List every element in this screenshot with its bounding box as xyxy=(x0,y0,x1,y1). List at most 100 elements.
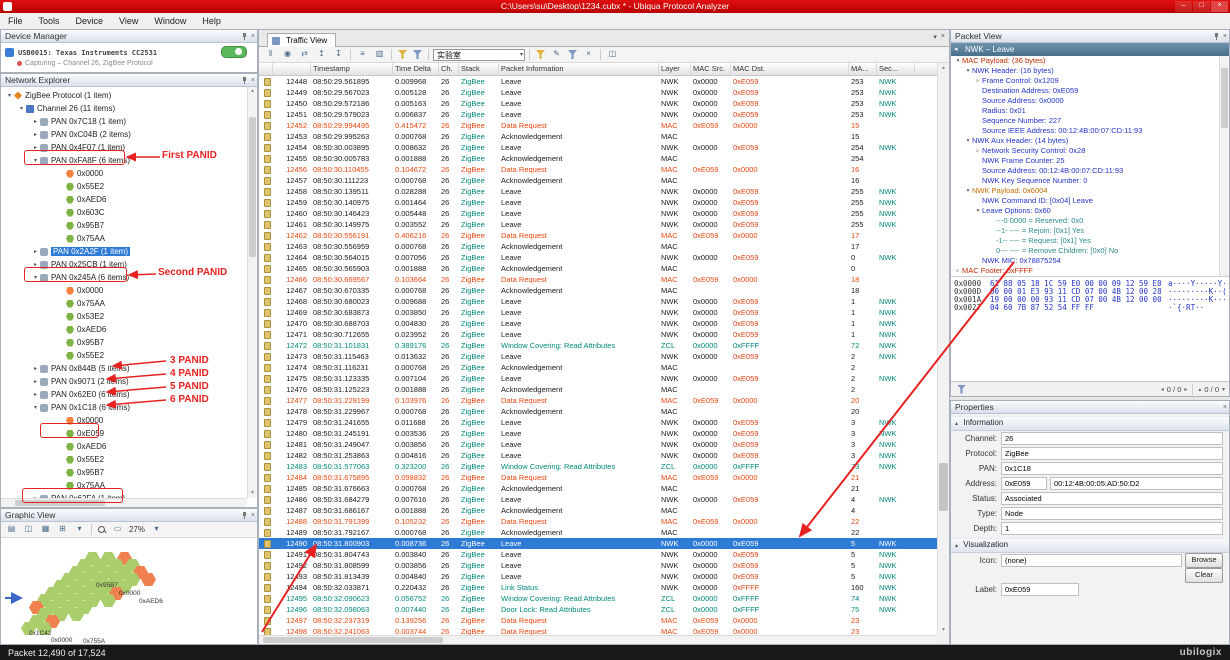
packet-row[interactable]: 12467 08:50:30.670335 0.000768 26 ZigBee… xyxy=(259,285,937,296)
expander-icon[interactable] xyxy=(974,196,982,206)
tree-item[interactable]: 0xAED6 xyxy=(1,193,247,206)
tab-list-dropdown-icon[interactable]: ▾ xyxy=(933,33,937,41)
scroll-up-icon[interactable]: ▲ xyxy=(938,63,949,73)
expander-icon[interactable] xyxy=(974,86,982,96)
filter-icon[interactable] xyxy=(398,50,407,59)
packet-field[interactable]: ▾ NWK Payload: 0x6004 xyxy=(951,186,1219,196)
collapse-icon[interactable]: ◂ xyxy=(954,43,958,56)
section-visualization[interactable]: ▴ Visualization xyxy=(951,538,1229,553)
edit-filter-icon[interactable] xyxy=(536,50,545,59)
packet-field[interactable]: ▾ Leave Options: 0x60 xyxy=(951,206,1219,216)
expander-icon[interactable]: ▾ xyxy=(964,66,972,76)
expander-icon[interactable]: ▾ xyxy=(31,157,40,164)
packet-row[interactable]: 12472 08:50:31.101831 0.389176 26 ZigBee… xyxy=(259,340,937,351)
scrollbar-thumb[interactable] xyxy=(263,637,443,643)
property-value[interactable]: 26 xyxy=(1001,432,1223,445)
packet-row[interactable]: 12478 08:50:31.229967 0.000768 26 ZigBee… xyxy=(259,406,937,417)
packet-field[interactable]: -1-- ---- = Request: [0x1] Yes xyxy=(951,236,1219,246)
close-icon[interactable]: × xyxy=(1223,32,1227,41)
network-explorer-header[interactable]: Network Explorer × xyxy=(1,74,257,87)
traffic-horizontal-scrollbar[interactable] xyxy=(259,635,937,644)
close-icon[interactable]: × xyxy=(251,511,255,520)
packet-field[interactable]: ▹ Frame Control: 0x1209 xyxy=(951,76,1219,86)
packet-row[interactable]: 12456 08:50:30.110455 0.104672 26 ZigBee… xyxy=(259,164,937,175)
scroll-top-icon[interactable]: ↥ xyxy=(314,48,329,61)
next-match-icon[interactable]: ▸ xyxy=(1184,386,1187,393)
tree-item[interactable]: 0x55E2 xyxy=(1,180,247,193)
expander-icon[interactable] xyxy=(988,246,996,256)
packet-row[interactable]: 12491 08:50:31.804743 0.003840 26 ZigBee… xyxy=(259,549,937,560)
device-enable-toggle[interactable] xyxy=(221,46,247,58)
tree-item[interactable]: 0x0000 xyxy=(1,284,247,297)
tree-item[interactable]: ▸ PAN 0x25CB (1 item) xyxy=(1,258,247,271)
column-header[interactable]: Stack xyxy=(459,63,499,75)
packet-row[interactable]: 12486 08:50:31.684279 0.007616 26 ZigBee… xyxy=(259,494,937,505)
column-header[interactable]: MAC Src. xyxy=(691,63,731,75)
prev-result-icon[interactable]: ▴ xyxy=(1198,386,1201,393)
packet-row[interactable]: 12451 08:50:29.579023 0.006837 26 ZigBee… xyxy=(259,109,937,120)
zoom-dropdown-icon[interactable]: ▾ xyxy=(149,523,164,536)
pin-icon[interactable] xyxy=(1213,32,1220,41)
expander-icon[interactable] xyxy=(974,176,982,186)
layout-mode-icon[interactable]: ⊞ xyxy=(55,523,70,536)
packet-row[interactable]: 12454 08:50:30.003895 0.008632 26 ZigBee… xyxy=(259,142,937,153)
packet-row[interactable]: 12460 08:50:30.146423 0.005448 26 ZigBee… xyxy=(259,208,937,219)
tab-close-icon[interactable]: × xyxy=(941,33,945,41)
pin-icon[interactable] xyxy=(241,76,248,85)
packet-row[interactable]: 12484 08:50:31.675895 0.098832 26 ZigBee… xyxy=(259,472,937,483)
prev-match-icon[interactable]: ◂ xyxy=(1161,386,1164,393)
expander-icon[interactable] xyxy=(988,226,996,236)
packet-row[interactable]: 12453 08:50:29.995263 0.000768 26 ZigBee… xyxy=(259,131,937,142)
property-value[interactable]: ZigBee xyxy=(1001,447,1223,460)
packet-row[interactable]: 12458 08:50:30.139511 0.028288 26 ZigBee… xyxy=(259,186,937,197)
column-header[interactable]: MA... xyxy=(849,63,877,75)
packet-field[interactable]: Source Address: 0x0000 xyxy=(951,96,1219,106)
packet-row[interactable]: 12483 08:50:31.577063 0.323200 26 ZigBee… xyxy=(259,461,937,472)
packet-row[interactable]: 12479 08:50:31.241655 0.011688 26 ZigBee… xyxy=(259,417,937,428)
zoom-level[interactable]: 27% xyxy=(127,525,147,534)
expander-icon[interactable]: ▸ xyxy=(31,144,40,151)
expander-icon[interactable]: ▹ xyxy=(954,266,962,276)
save-image-icon[interactable]: ▤ xyxy=(4,523,19,536)
tree-item[interactable]: ▸ PAN 0x2A2F (1 item) xyxy=(1,245,247,258)
packet-row[interactable]: 12450 08:50:29.572186 0.005163 26 ZigBee… xyxy=(259,98,937,109)
packet-row[interactable]: 12485 08:50:31.676663 0.000768 26 ZigBee… xyxy=(259,483,937,494)
packet-row[interactable]: 12452 08:50:29.994495 0.415472 26 ZigBee… xyxy=(259,120,937,131)
packet-row[interactable]: 12494 08:50:32.033871 0.220432 26 ZigBee… xyxy=(259,582,937,593)
packet-field[interactable]: ▾ NWK Aux Header: (14 bytes) xyxy=(951,136,1219,146)
detail-vertical-scrollbar[interactable] xyxy=(1219,56,1229,276)
packet-row[interactable]: 12487 08:50:31.686167 0.001888 26 ZigBee… xyxy=(259,505,937,516)
packet-field[interactable]: 0--- ---- = Remove Children: [0x0] No xyxy=(951,246,1219,256)
hex-dump[interactable]: 0x0000 61 88 05 18 1C 59 E0 00 00 09 12 … xyxy=(951,276,1229,383)
column-header[interactable]: Ch. xyxy=(439,63,459,75)
packet-row[interactable]: 12498 08:50:32.241063 0.003744 26 ZigBee… xyxy=(259,626,937,635)
expander-icon[interactable]: ▸ xyxy=(31,391,40,398)
column-header[interactable] xyxy=(259,63,273,75)
edit-icon[interactable]: ✎ xyxy=(549,48,564,61)
scroll-up-icon[interactable]: ▲ xyxy=(248,87,257,96)
title-bar[interactable]: C:\Users\su\Desktop\1234.cubx * - Ubiqua… xyxy=(0,0,1230,13)
tree-item[interactable]: ▸ PAN 0x844B (5 items) xyxy=(1,362,247,375)
expander-icon[interactable]: ▾ xyxy=(964,186,972,196)
traffic-vertical-scrollbar[interactable]: ▲ ▼ xyxy=(937,63,949,635)
packet-field[interactable]: Radius: 0x01 xyxy=(951,106,1219,116)
packet-field[interactable]: ▾ NWK Header: (16 bytes) xyxy=(951,66,1219,76)
tree-item[interactable]: ▾ Channel 26 (11 items) xyxy=(1,102,247,115)
packet-row[interactable]: 12497 08:50:32.237319 0.139256 26 ZigBee… xyxy=(259,615,937,626)
expander-icon[interactable]: ▾ xyxy=(5,92,14,99)
expander-icon[interactable] xyxy=(974,126,982,136)
expander-icon[interactable]: ▸ xyxy=(31,378,40,385)
packet-row[interactable]: 12464 08:50:30.564015 0.007056 26 ZigBee… xyxy=(259,252,937,263)
expander-icon[interactable] xyxy=(988,236,996,246)
packet-field[interactable]: Source IEEE Address: 00:12:4B:00:07:CD:1… xyxy=(951,126,1219,136)
packet-field[interactable]: Sequence Number: 227 xyxy=(951,116,1219,126)
property-value[interactable]: 0xE059 xyxy=(1001,477,1047,490)
property-value[interactable]: Node xyxy=(1001,507,1223,520)
menu-item[interactable]: File xyxy=(0,14,31,29)
packet-row[interactable]: 12473 08:50:31.115463 0.013632 26 ZigBee… xyxy=(259,351,937,362)
menu-item[interactable]: View xyxy=(111,14,146,29)
column-header[interactable]: Layer xyxy=(659,63,691,75)
packet-row[interactable]: 12481 08:50:31.249047 0.003856 26 ZigBee… xyxy=(259,439,937,450)
packet-row[interactable]: 12459 08:50:30.140975 0.001464 26 ZigBee… xyxy=(259,197,937,208)
find-filter-icon[interactable] xyxy=(957,384,966,394)
